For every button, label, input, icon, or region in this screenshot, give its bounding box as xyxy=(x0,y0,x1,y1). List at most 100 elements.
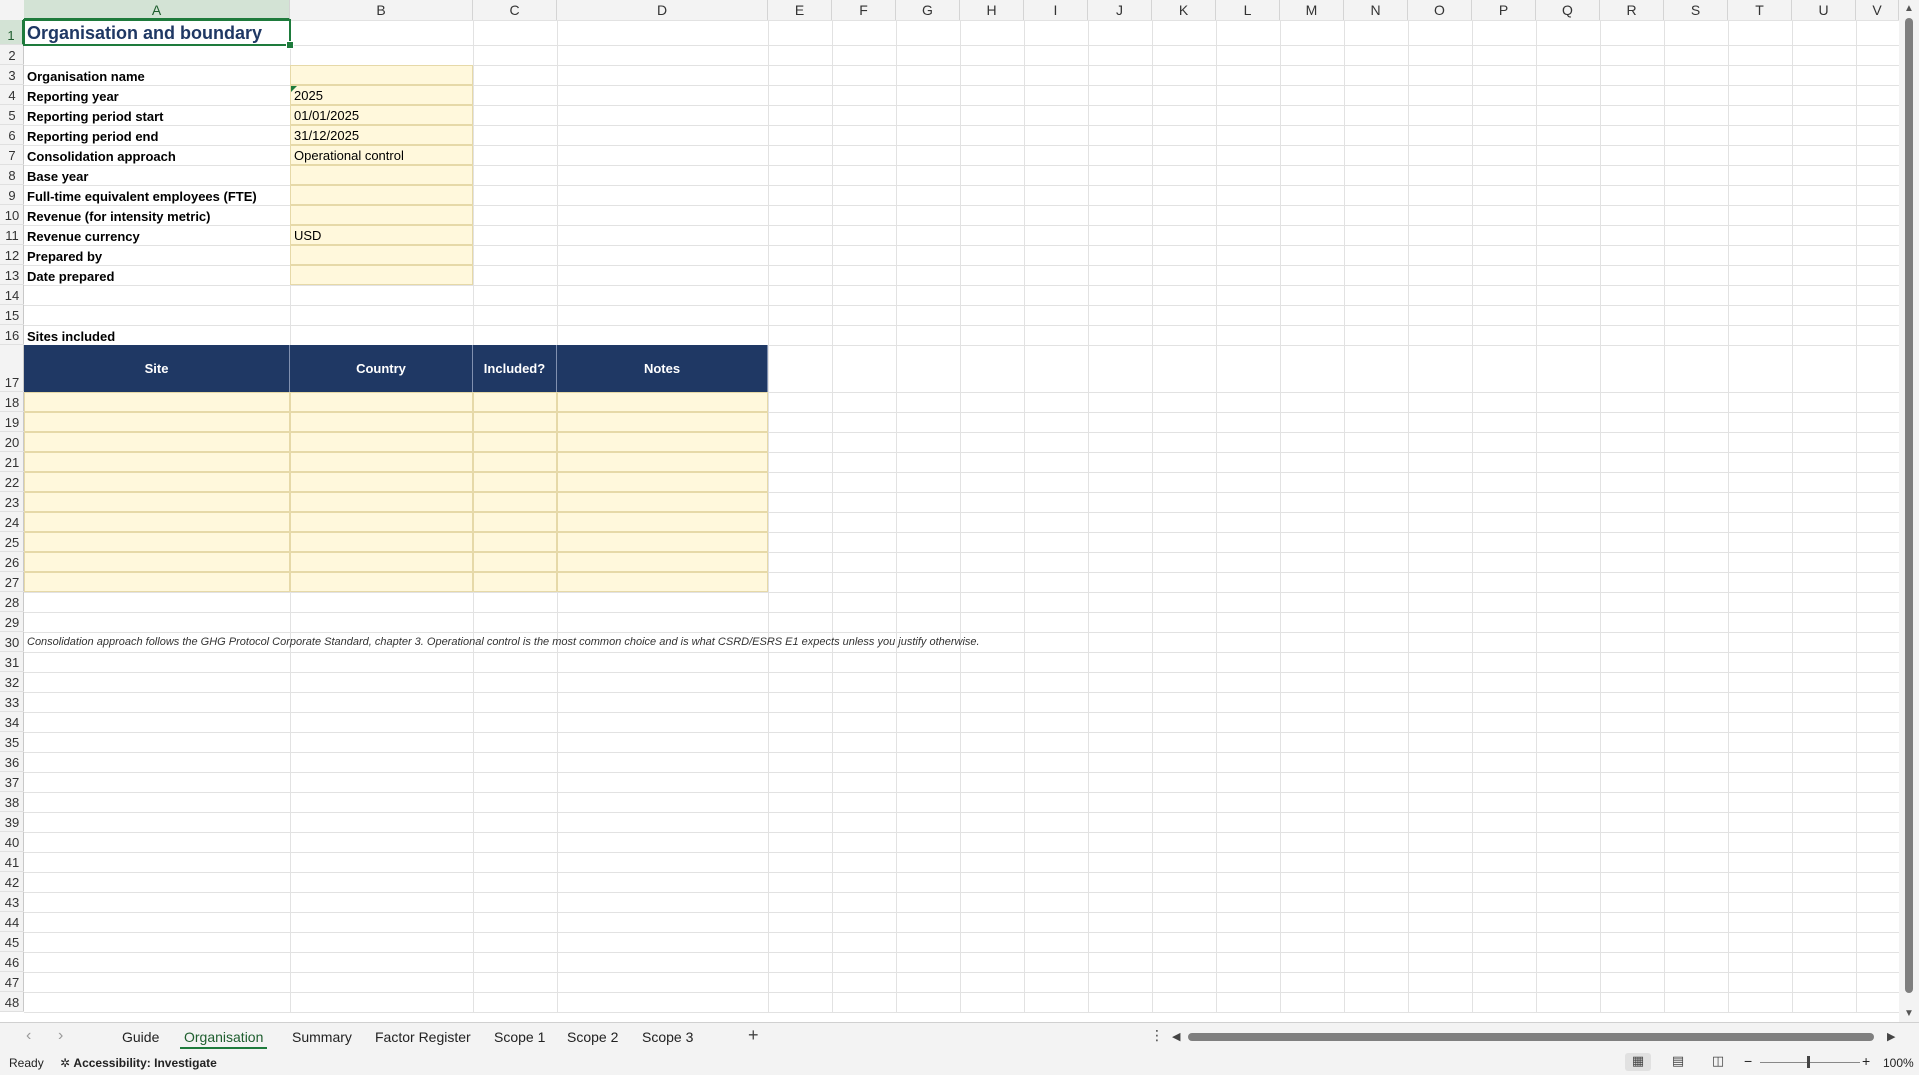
row-header[interactable]: 32 xyxy=(0,672,24,692)
column-header[interactable]: U xyxy=(1792,0,1856,20)
horizontal-scroll-thumb[interactable] xyxy=(1188,1033,1874,1041)
row-header[interactable]: 28 xyxy=(0,592,24,612)
row-header[interactable]: 23 xyxy=(0,492,24,512)
sites-table-cell[interactable] xyxy=(290,492,473,512)
sheet-tab[interactable]: Guide xyxy=(118,1027,163,1047)
field-input[interactable] xyxy=(290,65,473,85)
more-options-icon[interactable]: ⋮ xyxy=(1150,1027,1164,1044)
column-header[interactable]: G xyxy=(896,0,960,20)
row-header[interactable]: 1 xyxy=(0,20,24,45)
row-header[interactable]: 30 xyxy=(0,632,24,652)
row-header[interactable]: 24 xyxy=(0,512,24,532)
sites-table-cell[interactable] xyxy=(473,512,557,532)
worksheet-grid[interactable]: ABCDEFGHIJKLMNOPQRSTUV 1 2 3 4 5 6 7 8 9 10 11 12 13… xyxy=(0,0,1919,1022)
sites-table-cell[interactable] xyxy=(557,452,768,472)
field-input[interactable]: USD xyxy=(290,225,473,245)
row-header[interactable]: 47 xyxy=(0,972,24,992)
field-input[interactable]: 31/12/2025 xyxy=(290,125,473,145)
row-header[interactable]: 40 xyxy=(0,832,24,852)
sites-table-cell[interactable] xyxy=(557,472,768,492)
field-label[interactable]: Date prepared xyxy=(24,265,290,285)
sites-table-cell[interactable] xyxy=(473,472,557,492)
sites-table-cell[interactable] xyxy=(557,432,768,452)
column-header[interactable]: O xyxy=(1408,0,1472,20)
zoom-slider-handle[interactable] xyxy=(1807,1056,1810,1068)
row-header[interactable]: 7 xyxy=(0,145,24,165)
row-header[interactable]: 2 xyxy=(0,45,24,65)
row-header[interactable]: 25 xyxy=(0,532,24,552)
row-header[interactable]: 27 xyxy=(0,572,24,592)
sheet-tab[interactable]: Scope 3 xyxy=(638,1027,697,1047)
sites-table-cell[interactable] xyxy=(557,572,768,592)
row-header[interactable]: 29 xyxy=(0,612,24,632)
row-header[interactable]: 34 xyxy=(0,712,24,732)
row-header[interactable]: 31 xyxy=(0,652,24,672)
field-label[interactable]: Organisation name xyxy=(24,65,290,85)
page-layout-button[interactable]: ▤ xyxy=(1665,1053,1691,1071)
column-header[interactable]: R xyxy=(1600,0,1664,20)
row-header[interactable]: 38 xyxy=(0,792,24,812)
row-header[interactable]: 21 xyxy=(0,452,24,472)
column-header[interactable]: M xyxy=(1280,0,1344,20)
field-input[interactable]: 01/01/2025 xyxy=(290,105,473,125)
sites-table-cell[interactable] xyxy=(557,412,768,432)
sites-table-cell[interactable] xyxy=(473,432,557,452)
sites-table-cell[interactable] xyxy=(557,532,768,552)
row-header[interactable]: 33 xyxy=(0,692,24,712)
next-sheet-icon[interactable]: › xyxy=(58,1027,63,1045)
row-header[interactable]: 12 xyxy=(0,245,24,265)
accessibility-status[interactable]: ✲ Accessibility: Investigate xyxy=(60,1056,217,1070)
row-header[interactable]: 16 xyxy=(0,325,24,345)
row-header[interactable]: 42 xyxy=(0,872,24,892)
row-header[interactable]: 43 xyxy=(0,892,24,912)
sites-table-cell[interactable] xyxy=(24,572,290,592)
row-header[interactable]: 10 xyxy=(0,205,24,225)
row-header[interactable]: 41 xyxy=(0,852,24,872)
column-header[interactable]: E xyxy=(768,0,832,20)
sheet-tab[interactable]: Organisation xyxy=(180,1027,268,1049)
row-header[interactable]: 9 xyxy=(0,185,24,205)
sites-table-cell[interactable] xyxy=(557,512,768,532)
field-input[interactable] xyxy=(290,165,473,185)
fill-handle[interactable] xyxy=(286,41,294,49)
column-header[interactable]: Q xyxy=(1536,0,1600,20)
sites-table-cell[interactable] xyxy=(290,512,473,532)
field-label[interactable]: Reporting period start xyxy=(24,105,290,125)
sites-table-cell[interactable] xyxy=(24,492,290,512)
column-header[interactable]: K xyxy=(1152,0,1216,20)
sites-table-header[interactable]: Included? xyxy=(473,345,557,392)
field-label[interactable]: Reporting period end xyxy=(24,125,290,145)
sites-table-cell[interactable] xyxy=(473,572,557,592)
row-header[interactable]: 46 xyxy=(0,952,24,972)
row-header[interactable]: 19 xyxy=(0,412,24,432)
column-header[interactable]: B xyxy=(290,0,473,20)
field-input[interactable] xyxy=(290,185,473,205)
column-header[interactable]: C xyxy=(473,0,557,20)
column-header[interactable]: S xyxy=(1664,0,1728,20)
normal-view-button[interactable]: ▦ xyxy=(1625,1053,1651,1071)
add-sheet-button[interactable]: + xyxy=(748,1025,759,1046)
column-header[interactable]: V xyxy=(1856,0,1899,20)
sites-table-cell[interactable] xyxy=(24,512,290,532)
column-header[interactable]: P xyxy=(1472,0,1536,20)
zoom-level[interactable]: 100% xyxy=(1883,1056,1914,1070)
sites-table-cell[interactable] xyxy=(290,472,473,492)
sites-table-cell[interactable] xyxy=(473,452,557,472)
row-header[interactable]: 18 xyxy=(0,392,24,412)
column-header[interactable]: F xyxy=(832,0,896,20)
row-header[interactable]: 37 xyxy=(0,772,24,792)
field-label[interactable]: Prepared by xyxy=(24,245,290,265)
sites-heading[interactable]: Sites included xyxy=(24,325,290,345)
error-indicator-icon[interactable] xyxy=(291,86,297,92)
zoom-slider[interactable] xyxy=(1760,1062,1860,1063)
sites-table-cell[interactable] xyxy=(473,492,557,512)
column-header[interactable]: J xyxy=(1088,0,1152,20)
field-label[interactable]: Full-time equivalent employees (FTE) xyxy=(24,185,290,205)
column-header[interactable]: T xyxy=(1728,0,1792,20)
field-input[interactable]: 2025 xyxy=(290,85,473,105)
row-header[interactable]: 22 xyxy=(0,472,24,492)
sites-table-cell[interactable] xyxy=(24,532,290,552)
field-input[interactable]: Operational control xyxy=(290,145,473,165)
field-label[interactable]: Revenue (for intensity metric) xyxy=(24,205,290,225)
sites-table-cell[interactable] xyxy=(290,552,473,572)
